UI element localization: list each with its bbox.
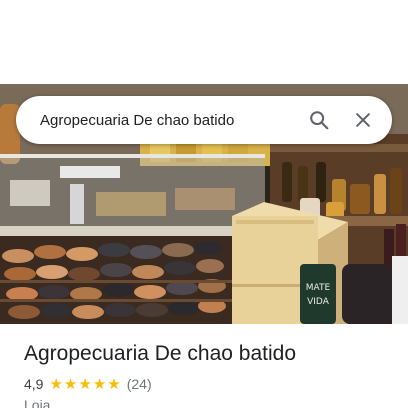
review-count[interactable]: (24)	[127, 376, 152, 392]
svg-text:VIDA: VIDA	[307, 297, 330, 307]
search-input[interactable]: Agropecuaria De chao batido	[40, 112, 292, 129]
star-icon: ★	[107, 375, 121, 393]
star-icon: ★	[49, 375, 63, 393]
search-bar[interactable]: Agropecuaria De chao batido	[16, 96, 392, 144]
star-icon: ★	[63, 375, 78, 393]
place-details-screen: MATE VIDA Agropecuaria De chao batido Ag…	[0, 0, 408, 408]
star-rating: ★ ★ ★ ★ ★	[49, 377, 121, 392]
close-icon[interactable]	[346, 103, 380, 137]
svg-text:MATE: MATE	[306, 283, 331, 293]
star-icon: ★	[92, 375, 107, 393]
search-icon[interactable]	[302, 103, 336, 137]
place-name: Agropecuaria De chao batido	[24, 342, 297, 365]
rating-row[interactable]: 4,9 ★ ★ ★ ★ ★ (24)	[24, 376, 152, 392]
star-icon: ★	[78, 375, 92, 393]
rating-value: 4,9	[24, 376, 44, 392]
place-category: Loja	[24, 397, 51, 408]
